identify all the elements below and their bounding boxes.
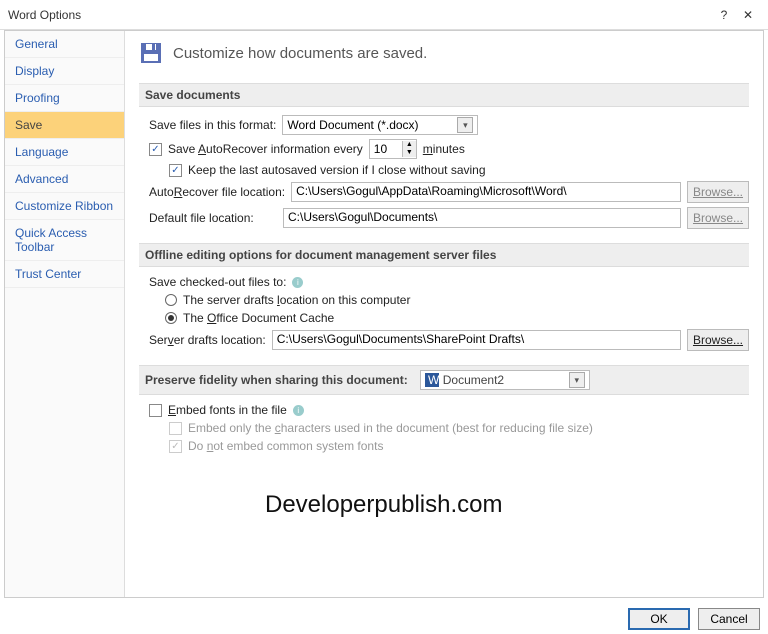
autorecover-minutes-input[interactable]: 10 ▲▼ bbox=[369, 139, 417, 159]
embed-skip-common-checkbox: ✓ bbox=[169, 440, 182, 453]
keep-last-checkbox[interactable]: ✓ bbox=[169, 164, 182, 177]
keep-last-label: Keep the last autosaved version if I clo… bbox=[188, 163, 486, 177]
dialog-footer: OK Cancel bbox=[628, 608, 760, 630]
sidebar-item-advanced[interactable]: Advanced bbox=[5, 166, 124, 193]
autorecover-location-label: AutoRecover file location: bbox=[149, 185, 285, 199]
sidebar-item-customize-ribbon[interactable]: Customize Ribbon bbox=[5, 193, 124, 220]
save-format-select[interactable]: Word Document (*.docx) ▾ bbox=[282, 115, 478, 135]
embed-skip-common-label: Do not embed common system fonts bbox=[188, 439, 383, 453]
titlebar: Word Options ? ✕ bbox=[0, 0, 768, 30]
section-offline-editing: Offline editing options for document man… bbox=[139, 243, 749, 267]
document-select[interactable]: W Document2 ▾ bbox=[420, 370, 590, 390]
word-doc-icon: W bbox=[425, 373, 439, 387]
sidebar-item-general[interactable]: General bbox=[5, 31, 124, 58]
window-title: Word Options bbox=[8, 8, 712, 22]
browse-server-drafts-button[interactable]: Browse... bbox=[687, 329, 749, 351]
svg-text:W: W bbox=[428, 373, 439, 387]
default-location-label: Default file location: bbox=[149, 211, 277, 225]
browse-default-button[interactable]: Browse... bbox=[687, 207, 749, 229]
close-icon[interactable]: ✕ bbox=[736, 8, 760, 22]
embed-subset-label: Embed only the characters used in the do… bbox=[188, 421, 593, 435]
sidebar-item-qat[interactable]: Quick Access Toolbar bbox=[5, 220, 124, 261]
page-heading: Customize how documents are saved. bbox=[173, 45, 427, 62]
sidebar-item-language[interactable]: Language bbox=[5, 139, 124, 166]
radio-document-cache-label: The Office Document Cache bbox=[183, 311, 334, 325]
help-icon[interactable]: ? bbox=[712, 8, 736, 22]
autorecover-location-input[interactable]: C:\Users\Gogul\AppData\Roaming\Microsoft… bbox=[291, 182, 681, 202]
server-drafts-input[interactable]: C:\Users\Gogul\Documents\SharePoint Draf… bbox=[272, 330, 681, 350]
chevron-down-icon: ▾ bbox=[457, 117, 473, 133]
embed-fonts-checkbox[interactable] bbox=[149, 404, 162, 417]
sidebar: General Display Proofing Save Language A… bbox=[5, 31, 125, 597]
chevron-down-icon: ▾ bbox=[569, 372, 585, 388]
sidebar-item-trust-center[interactable]: Trust Center bbox=[5, 261, 124, 288]
server-drafts-location-label: Server drafts location: bbox=[149, 333, 266, 347]
info-icon[interactable]: i bbox=[293, 405, 304, 416]
cancel-button[interactable]: Cancel bbox=[698, 608, 760, 630]
embed-subset-checkbox bbox=[169, 422, 182, 435]
ok-button[interactable]: OK bbox=[628, 608, 690, 630]
radio-document-cache[interactable] bbox=[165, 312, 177, 324]
default-location-input[interactable]: C:\Users\Gogul\Documents\ bbox=[283, 208, 681, 228]
radio-server-drafts-label: The server drafts location on this compu… bbox=[183, 293, 410, 307]
autorecover-minutes-value: 10 bbox=[370, 142, 402, 156]
autorecover-label: Save AutoRecover information every bbox=[168, 142, 363, 156]
section-preserve-fidelity: Preserve fidelity when sharing this docu… bbox=[145, 373, 408, 387]
embed-fonts-label: Embed fonts in the file bbox=[168, 403, 287, 417]
watermark-text: Developerpublish.com bbox=[265, 491, 502, 519]
save-disk-icon bbox=[139, 41, 163, 65]
section-save-documents: Save documents bbox=[139, 83, 749, 107]
radio-server-drafts[interactable] bbox=[165, 294, 177, 306]
spinner-icon[interactable]: ▲▼ bbox=[402, 141, 416, 157]
main-panel: Customize how documents are saved. Save … bbox=[125, 31, 763, 597]
checked-out-label: Save checked-out files to: bbox=[149, 275, 286, 289]
sidebar-item-display[interactable]: Display bbox=[5, 58, 124, 85]
sidebar-item-save[interactable]: Save bbox=[5, 112, 124, 139]
save-format-value: Word Document (*.docx) bbox=[287, 118, 418, 132]
save-format-label: Save files in this format: bbox=[149, 118, 276, 132]
document-select-value: Document2 bbox=[443, 373, 504, 387]
browse-autorecover-button[interactable]: Browse... bbox=[687, 181, 749, 203]
autorecover-checkbox[interactable]: ✓ bbox=[149, 143, 162, 156]
minutes-label: minutes bbox=[423, 142, 465, 156]
sidebar-item-proofing[interactable]: Proofing bbox=[5, 85, 124, 112]
info-icon[interactable]: i bbox=[292, 277, 303, 288]
